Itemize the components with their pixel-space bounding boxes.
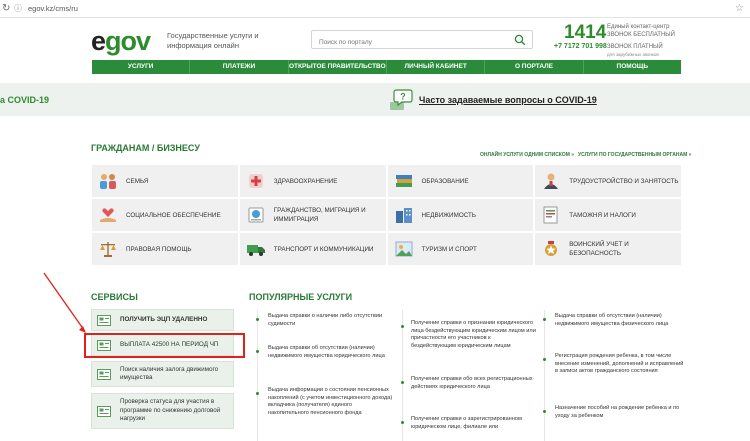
military-icon: [545, 241, 558, 256]
contact-center-description: Единый контакт-центр ЗВОНОК БЕСПЛАТНЫЙ: [607, 24, 675, 38]
timeline-dot: [543, 358, 546, 361]
popular-service-item[interactable]: Получение справки обо всех регистрационн…: [411, 376, 536, 391]
svg-text:?: ?: [400, 92, 406, 102]
category-legal[interactable]: ПРАВОВАЯ ПОМОЩЬ: [92, 233, 238, 265]
service-get-eds[interactable]: ПОЛУЧИТЬ ЭЦП УДАЛЕННО: [91, 309, 234, 331]
egov-logo[interactable]: egov: [91, 26, 151, 57]
worker-icon: [544, 173, 559, 189]
category-social[interactable]: СОЦИАЛЬНОЕ ОБЕСПЕЧЕНИЕ: [92, 199, 238, 231]
popular-service-item[interactable]: Выдача справки об отсутствии (наличии) н…: [555, 313, 685, 328]
timeline-dot: [401, 421, 404, 424]
services-by-agency-link[interactable]: УСЛУГИ ПО ГОСУДАРСТВЕННЫМ ОРГАНАМ »: [578, 152, 691, 158]
nav-services[interactable]: УСЛУГИ: [92, 60, 191, 74]
popular-services-title: ПОПУЛЯРНЫЕ УСЛУГИ: [249, 292, 353, 302]
category-transport[interactable]: ТРАНСПОРТ И КОММУНИКАЦИИ: [239, 233, 386, 265]
customs-icon: [543, 206, 558, 224]
buildings-icon: [395, 208, 412, 223]
paid-phone-description: ЗВОНОК ПЛАТНЫЙ для зарубежных звонков: [607, 44, 663, 57]
nav-personal-account[interactable]: ЛИЧНЫЙ КАБИНЕТ: [387, 60, 486, 74]
social-care-icon: [100, 208, 116, 222]
category-migration[interactable]: ГРАЖДАНСТВО, МИГРАЦИЯ И ИММИГРАЦИЯ: [239, 199, 386, 231]
covid-banner-left-link[interactable]: а COVID-19: [0, 95, 49, 105]
bookmark-star-icon[interactable]: ☆: [735, 3, 744, 14]
category-customs[interactable]: ТАМОЖНЯ И НАЛОГИ: [535, 199, 681, 231]
main-nav: УСЛУГИ ПЛАТЕЖИ ОТКРЫТОЕ ПРАВИТЕЛЬСТВО ЛИ…: [92, 60, 681, 74]
category-education[interactable]: ОБРАЗОВАНИЕ: [387, 165, 534, 197]
nav-about[interactable]: О ПОРТАЛЕ: [485, 60, 584, 74]
search-box: [311, 30, 533, 51]
services-title: СЕРВИСЫ: [91, 292, 138, 302]
scales-icon: [100, 242, 116, 257]
highlight-box: [84, 333, 245, 358]
popular-service-item[interactable]: Выдача справки об отсутствии (наличии) н…: [268, 345, 393, 360]
timeline-dot: [401, 325, 404, 328]
category-tourism[interactable]: ТУРИЗМ И СПОРТ: [387, 233, 534, 265]
document-icon: [97, 368, 111, 380]
column-divider: [257, 310, 258, 441]
services-list-link[interactable]: ОНЛАЙН УСЛУГИ ОДНИМ СПИСКОМ »: [480, 152, 574, 158]
migration-icon: [248, 207, 264, 223]
contact-center-number[interactable]: 1414: [564, 22, 606, 44]
timeline-dot: [401, 381, 404, 384]
popular-service-item[interactable]: Получение справки о зарегистрированном ю…: [411, 416, 536, 431]
search-input[interactable]: [317, 34, 507, 51]
site-tagline: Государственные услуги и информация онла…: [167, 31, 259, 50]
tourism-icon: [395, 241, 412, 257]
category-health[interactable]: ЗДРАВООХРАНЕНИЕ: [239, 165, 386, 197]
timeline-dot: [256, 392, 259, 395]
nav-open-government[interactable]: ОТКРЫТОЕ ПРАВИТЕЛЬСТВО: [289, 60, 387, 74]
popular-service-item[interactable]: Регистрация рождения ребенка, в том числ…: [555, 353, 685, 376]
books-icon: [395, 175, 412, 187]
category-family[interactable]: СЕМЬЯ: [92, 165, 238, 197]
health-icon: [248, 174, 263, 188]
truck-icon: [246, 245, 265, 256]
category-military[interactable]: ВОИНСКИЙ УЧЕТ И БЕЗОПАСНОСТЬ: [535, 233, 681, 265]
covid-banner: [0, 83, 750, 116]
question-chat-icon: ?: [388, 88, 414, 117]
timeline-dot: [256, 318, 259, 321]
site-info-icon[interactable]: ⓘ: [14, 3, 24, 14]
category-grid: СЕМЬЯ ЗДРАВООХРАНЕНИЕ ОБРАЗОВАНИЕ ТРУДОУ…: [92, 165, 681, 265]
covid-faq-link[interactable]: Часто задаваемые вопросы о COVID-19: [419, 95, 597, 105]
category-real-estate[interactable]: НЕДВИЖИМОСТЬ: [387, 199, 534, 231]
url-field[interactable]: egov.kz/cms/ru: [28, 4, 78, 13]
family-icon: [100, 174, 116, 189]
popular-service-item[interactable]: Назначение пособий на рождение ребенка и…: [555, 405, 685, 420]
service-movable-pledge-search[interactable]: Поиск наличия залога движимого имущества: [91, 361, 234, 387]
nav-help[interactable]: ПОМОЩЬ: [584, 60, 681, 74]
popular-service-item[interactable]: Выдача информации о состоянии пенсионных…: [268, 387, 393, 417]
nav-payments[interactable]: ПЛАТЕЖИ: [190, 60, 289, 74]
timeline-dot: [256, 350, 259, 353]
reload-icon[interactable]: ↻: [2, 3, 12, 14]
document-icon: [97, 314, 111, 326]
popular-service-item[interactable]: Выдача справки о наличии либо отсутствии…: [268, 313, 393, 328]
search-icon[interactable]: [514, 33, 526, 51]
document-icon: [97, 405, 111, 417]
timeline-dot: [543, 410, 546, 413]
citizens-business-title: ГРАЖДАНАМ / БИЗНЕСУ: [91, 143, 200, 153]
category-employment[interactable]: ТРУДОУСТРОЙСТВО И ЗАНЯТОСТЬ: [535, 165, 681, 197]
column-divider: [544, 310, 545, 441]
service-debt-program-status[interactable]: Проверка статуса для участия в программе…: [91, 393, 234, 429]
paid-phone-number[interactable]: +7 7172 701 998: [554, 43, 607, 50]
browser-address-bar: ↻ ⓘ egov.kz/cms/ru ☆: [0, 0, 750, 18]
popular-service-item[interactable]: Получение справки о признании юридическо…: [411, 320, 536, 350]
timeline-dot: [543, 318, 546, 321]
